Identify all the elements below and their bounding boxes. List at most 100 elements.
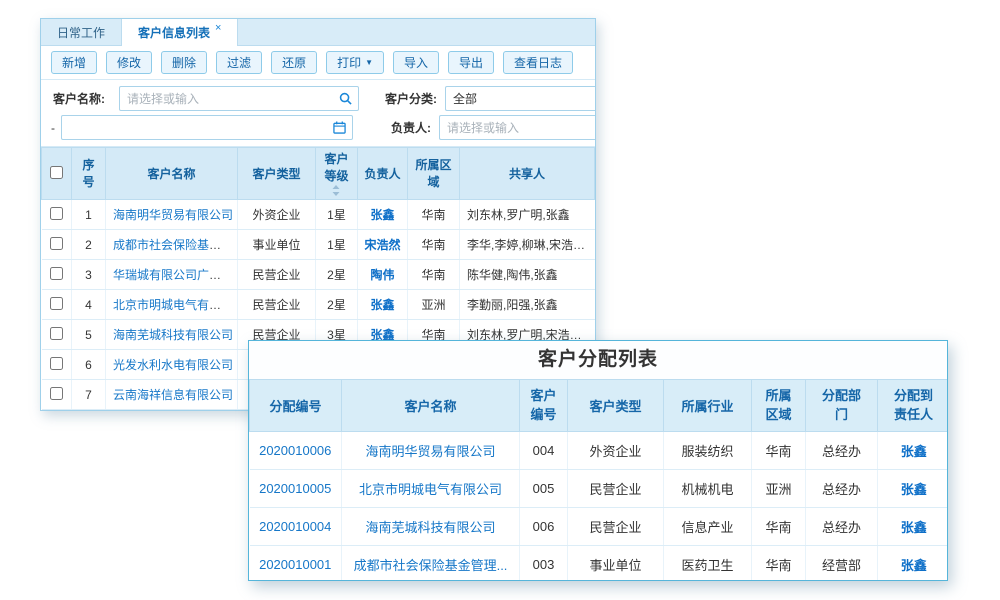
customer-name-link[interactable]: 北京市明城电气有限公司 — [113, 298, 238, 312]
table-row[interactable]: 1 海南明华贸易有限公司 外资企业 1星 张鑫 华南 刘东林,罗广明,张鑫 — [42, 200, 595, 230]
table-row[interactable]: 2 成都市社会保险基金管理... 事业单位 1星 宋浩然 华南 李华,李婷,柳琳… — [42, 230, 595, 260]
alloc-dept-cell: 总经办 — [806, 432, 878, 470]
print-button[interactable]: 打印 ▼ — [326, 51, 384, 74]
customer-name-input-wrap — [119, 86, 359, 111]
assignee-link[interactable]: 张鑫 — [901, 444, 927, 459]
owner-label: 负责人: — [359, 119, 439, 136]
customer-name-label: 客户名称: — [41, 90, 119, 107]
export-button[interactable]: 导出 — [448, 51, 494, 74]
alloc-dept-cell: 总经办 — [806, 508, 878, 546]
col-alloc-region[interactable]: 所属区域 — [752, 380, 806, 432]
customer-type-cell: 外资企业 — [238, 200, 316, 230]
row-checkbox[interactable] — [50, 357, 63, 370]
calendar-icon[interactable] — [333, 121, 346, 134]
import-button[interactable]: 导入 — [393, 51, 439, 74]
select-all-checkbox[interactable] — [50, 166, 63, 179]
customer-level-cell: 2星 — [316, 260, 358, 290]
customer-category-input[interactable] — [446, 92, 589, 106]
row-checkbox[interactable] — [50, 387, 63, 400]
allocation-row[interactable]: 2020010006 海南明华贸易有限公司 004 外资企业 服装纺织 华南 总… — [250, 432, 949, 470]
col-region[interactable]: 所属区域 — [408, 148, 460, 200]
allocation-row[interactable]: 2020010004 海南芜城科技有限公司 006 民营企业 信息产业 华南 总… — [250, 508, 949, 546]
col-alloc-industry[interactable]: 所属行业 — [664, 380, 752, 432]
customer-name-link[interactable]: 海南芜城科技有限公司 — [113, 328, 233, 342]
row-select-cell — [42, 320, 72, 350]
row-select-cell — [42, 230, 72, 260]
date-input[interactable] — [62, 121, 333, 135]
alloc-region-cell: 华南 — [752, 508, 806, 546]
allocation-row[interactable]: 2020010005 北京市明城电气有限公司 005 民营企业 机械机电 亚洲 … — [250, 470, 949, 508]
alloc-id-link[interactable]: 2020010005 — [259, 481, 331, 496]
col-customer-type[interactable]: 客户类型 — [238, 148, 316, 200]
row-no: 7 — [72, 380, 106, 410]
col-alloc-customer-no[interactable]: 客户编号 — [520, 380, 568, 432]
assignee-link[interactable]: 张鑫 — [901, 520, 927, 535]
col-alloc-id[interactable]: 分配编号 — [250, 380, 342, 432]
row-select-cell — [42, 200, 72, 230]
table-row[interactable]: 3 华瑞城有限公司广告设计部 民营企业 2星 陶伟 华南 陈华健,陶伟,张鑫 — [42, 260, 595, 290]
alloc-id-link[interactable]: 2020010001 — [259, 557, 331, 572]
row-select-cell — [42, 350, 72, 380]
alloc-cust-no-cell: 005 — [520, 470, 568, 508]
row-checkbox[interactable] — [50, 327, 63, 340]
print-button-label: 打印 — [337, 54, 361, 71]
edit-button[interactable]: 修改 — [106, 51, 152, 74]
close-icon[interactable]: × — [215, 22, 221, 34]
filter-button[interactable]: 过滤 — [216, 51, 262, 74]
row-checkbox[interactable] — [50, 237, 63, 250]
row-checkbox[interactable] — [50, 207, 63, 220]
owner-input[interactable] — [440, 121, 589, 135]
alloc-cust-no-cell: 004 — [520, 432, 568, 470]
add-button[interactable]: 新增 — [51, 51, 97, 74]
customer-name-link[interactable]: 华瑞城有限公司广告设计部 — [113, 268, 238, 282]
col-alloc-dept[interactable]: 分配部门 — [806, 380, 878, 432]
owner-link[interactable]: 张鑫 — [370, 298, 394, 312]
customer-name-link[interactable]: 成都市社会保险基金管理... — [113, 238, 238, 252]
alloc-assignee-cell: 张鑫 — [878, 508, 949, 546]
date-range-dash: - — [41, 121, 61, 135]
customer-name-link[interactable]: 光发水利水电有限公司 — [113, 358, 233, 372]
view-log-button[interactable]: 查看日志 — [503, 51, 573, 74]
search-icon[interactable] — [339, 92, 352, 105]
row-checkbox[interactable] — [50, 267, 63, 280]
row-select-cell — [42, 290, 72, 320]
allocation-header-row: 分配编号 客户名称 客户编号 客户类型 所属行业 所属区域 分配部门 分配到责任… — [250, 380, 949, 432]
owner-link[interactable]: 陶伟 — [370, 268, 394, 282]
alloc-id-link[interactable]: 2020010006 — [259, 443, 331, 458]
col-alloc-customer-type[interactable]: 客户类型 — [568, 380, 664, 432]
tab-daily-work-label: 日常工作 — [57, 24, 105, 41]
alloc-assignee-cell: 张鑫 — [878, 432, 949, 470]
assignee-link[interactable]: 张鑫 — [901, 558, 927, 573]
row-checkbox[interactable] — [50, 297, 63, 310]
customer-name-link[interactable]: 成都市社会保险基金管理... — [354, 558, 508, 573]
delete-button[interactable]: 删除 — [161, 51, 207, 74]
col-customer-level[interactable]: 客户等级 — [316, 148, 358, 200]
owner-link[interactable]: 宋浩然 — [364, 238, 400, 252]
col-alloc-assignee[interactable]: 分配到责任人 — [878, 380, 949, 432]
assignee-link[interactable]: 张鑫 — [901, 482, 927, 497]
customer-name-link[interactable]: 北京市明城电气有限公司 — [359, 482, 502, 497]
alloc-type-cell: 事业单位 — [568, 546, 664, 582]
customer-name-link[interactable]: 海南芜城科技有限公司 — [365, 520, 495, 535]
alloc-id-link[interactable]: 2020010004 — [259, 519, 331, 534]
customer-name-cell: 光发水利水电有限公司 — [106, 350, 238, 380]
col-alloc-customer-name[interactable]: 客户名称 — [342, 380, 520, 432]
col-no: 序号 — [72, 148, 106, 200]
col-shared[interactable]: 共享人 — [460, 148, 595, 200]
col-owner[interactable]: 负责人 — [358, 148, 408, 200]
restore-button[interactable]: 还原 — [271, 51, 317, 74]
tab-customer-list[interactable]: 客户信息列表 × — [121, 19, 238, 46]
customer-name-link[interactable]: 海南明华贸易有限公司 — [365, 444, 495, 459]
row-no: 5 — [72, 320, 106, 350]
customer-name-link[interactable]: 云南海祥信息有限公司 — [113, 388, 233, 402]
tab-daily-work[interactable]: 日常工作 — [41, 19, 121, 45]
region-cell: 亚洲 — [408, 290, 460, 320]
table-row[interactable]: 4 北京市明城电气有限公司 民营企业 2星 张鑫 亚洲 李勤丽,阳强,张鑫 — [42, 290, 595, 320]
owner-cell: 张鑫 — [358, 200, 408, 230]
customer-name-link[interactable]: 海南明华贸易有限公司 — [113, 208, 233, 222]
allocation-row[interactable]: 2020010001 成都市社会保险基金管理... 003 事业单位 医药卫生 … — [250, 546, 949, 582]
sort-icon[interactable] — [332, 185, 340, 196]
owner-link[interactable]: 张鑫 — [370, 208, 394, 222]
customer-name-input[interactable] — [120, 92, 339, 106]
col-customer-name[interactable]: 客户名称 — [106, 148, 238, 200]
